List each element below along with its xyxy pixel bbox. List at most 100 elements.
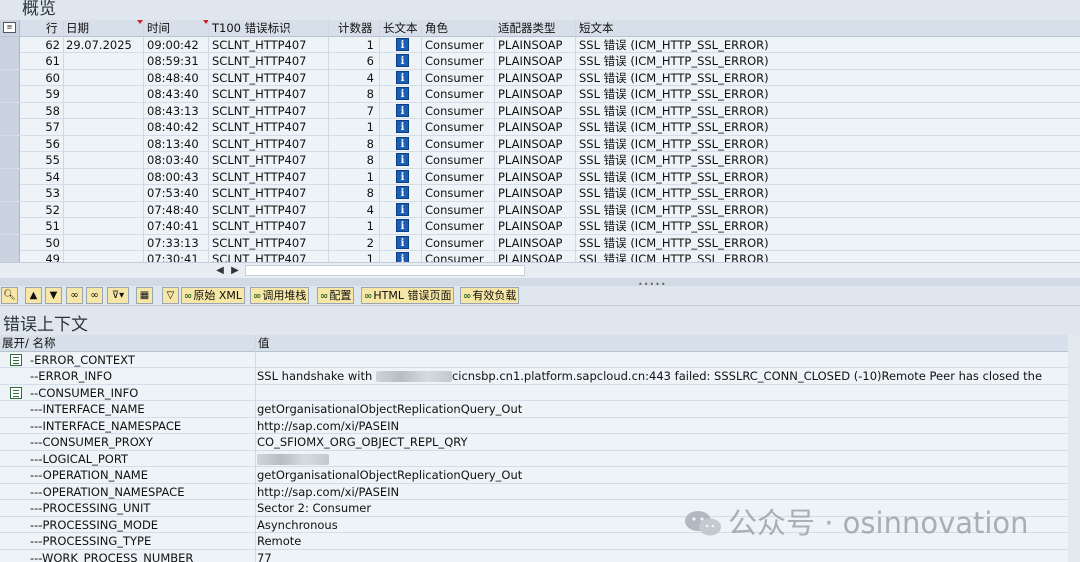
col-adapter[interactable]: 适配器类型 xyxy=(498,20,576,36)
row-selector[interactable] xyxy=(0,86,20,102)
info-icon[interactable]: i xyxy=(396,235,409,249)
col-role[interactable]: 角色 xyxy=(425,20,495,36)
info-icon[interactable]: i xyxy=(396,87,409,100)
table-row[interactable]: 49 07:30:41 SCLNT_HTTP407 1 i Consumer PLAINSO… xyxy=(0,251,1080,262)
table-row[interactable]: 59 08:43:40 SCLNT_HTTP407 8 i Consumer PLAINSO… xyxy=(0,86,1080,103)
table-row[interactable]: 58 08:43:13 SCLNT_HTTP407 7 i Consumer PLAINSO… xyxy=(0,102,1080,119)
row-selector[interactable] xyxy=(0,36,20,53)
list-item[interactable]: ---LOGICAL_PORT xyxy=(0,451,1068,467)
info-icon[interactable]: i xyxy=(396,120,409,133)
row-selector[interactable] xyxy=(0,218,20,234)
select-layout-button[interactable]: ▽ xyxy=(162,287,179,304)
row-selector[interactable] xyxy=(0,135,20,152)
find-next-button[interactable]: ∞ xyxy=(86,287,103,304)
row-selector[interactable] xyxy=(0,201,20,218)
scroll-right-icon[interactable]: ▶ xyxy=(228,264,242,277)
info-icon[interactable]: i xyxy=(396,153,409,166)
row-selector[interactable] xyxy=(0,152,20,168)
table-row[interactable]: 60 08:48:40 SCLNT_HTTP407 4 i Consumer PLAINSO… xyxy=(0,69,1080,86)
row-selector[interactable] xyxy=(0,234,20,251)
col-longtext[interactable]: 长文本 xyxy=(383,20,423,36)
row-selector[interactable] xyxy=(0,185,20,201)
table-row[interactable]: 56 08:13:40 SCLNT_HTTP407 8 i Consumer PLAINSO… xyxy=(0,135,1080,152)
info-icon[interactable]: i xyxy=(396,54,409,67)
cell-shorttext: SSL 错误 (ICM_HTTP_SSL_ERROR) xyxy=(579,87,769,101)
scroll-left-icon[interactable]: ◀ xyxy=(213,264,227,277)
context-name: ---OPERATION_NAME xyxy=(30,468,148,482)
list-item[interactable]: ---WORK_PROCESS_NUMBER 77 xyxy=(0,550,1068,562)
cell-time: 08:13:40 xyxy=(147,136,199,151)
list-item[interactable]: ---CONSUMER_PROXY CO_SFIOMX_ORG_OBJECT_RE… xyxy=(0,434,1068,451)
list-item[interactable]: -ERROR_CONTEXT xyxy=(0,352,1068,368)
pane-splitter[interactable]: ••••• xyxy=(0,278,1080,289)
row-selector[interactable] xyxy=(0,251,20,262)
sort-asc-button[interactable]: ▲ xyxy=(25,287,42,304)
col-name[interactable]: 展开/ 名称 xyxy=(2,335,252,351)
table-row[interactable]: 62 29.07.2025 09:00:42 SCLNT_HTTP407 1 i Consu… xyxy=(0,36,1080,53)
col-date[interactable]: 日期 xyxy=(66,20,136,36)
wechat-icon xyxy=(685,511,721,536)
scroll-thumb[interactable] xyxy=(245,265,525,276)
layout-button[interactable]: ▦ xyxy=(136,287,153,304)
table-row[interactable]: 55 08:03:40 SCLNT_HTTP407 8 i Consumer PLAINSO… xyxy=(0,152,1080,169)
cell-date xyxy=(66,169,142,185)
row-selector[interactable] xyxy=(0,53,20,69)
cell-counter: 1 xyxy=(366,219,374,233)
table-row[interactable]: 52 07:48:40 SCLNT_HTTP407 4 i Consumer PLAINSO… xyxy=(0,201,1080,218)
row-selector[interactable] xyxy=(0,119,20,135)
expand-icon[interactable] xyxy=(10,386,22,399)
info-icon[interactable]: i xyxy=(396,70,409,84)
details-button[interactable]: 🔍︎ xyxy=(1,287,18,304)
cell-date xyxy=(66,86,142,102)
info-icon[interactable]: i xyxy=(396,37,409,51)
list-item[interactable]: ---OPERATION_NAME getOrganisationalObject… xyxy=(0,467,1068,484)
col-row[interactable]: 行 xyxy=(46,20,64,36)
call-stack-button[interactable]: ∞调用堆栈 xyxy=(250,287,310,304)
list-item[interactable]: --ERROR_INFO SSL handshake with cicnsbp.c… xyxy=(0,368,1068,385)
table-row[interactable]: 53 07:53:40 SCLNT_HTTP407 8 i Consumer PLAINSO… xyxy=(0,185,1080,202)
col-t100[interactable]: T100 错误标识 xyxy=(212,20,327,36)
cell-t100: SCLNT_HTTP407 xyxy=(212,120,307,134)
config-button[interactable]: ∞配置 xyxy=(317,287,355,304)
cell-role: Consumer xyxy=(425,186,484,200)
col-value[interactable]: 值 xyxy=(258,335,458,351)
raw-xml-button[interactable]: ∞原始 XML xyxy=(181,287,245,304)
select-all-cell[interactable]: ≡ xyxy=(0,20,20,36)
cell-adapter: PLAINSOAP xyxy=(498,120,563,134)
table-row[interactable]: 54 08:00:43 SCLNT_HTTP407 1 i Consumer PLAINSO… xyxy=(0,168,1080,185)
list-item[interactable]: ---INTERFACE_NAMESPACE http://sap.com/xi/… xyxy=(0,418,1068,434)
info-icon[interactable]: i xyxy=(396,219,409,232)
horizontal-scrollbar[interactable]: ◀ ▶ xyxy=(0,262,1080,278)
list-item[interactable]: ---OPERATION_NAMESPACE http://sap.com/xi/… xyxy=(0,484,1068,500)
table-row[interactable]: 57 08:40:42 SCLNT_HTTP407 1 i Consumer PLAINSO… xyxy=(0,119,1080,136)
cell-role: Consumer xyxy=(425,70,484,85)
expand-icon[interactable] xyxy=(10,353,22,366)
html-error-page-button[interactable]: ∞HTML 错误页面 xyxy=(361,287,455,304)
payload-button[interactable]: ∞有效负载 xyxy=(460,287,520,304)
cell-shorttext: SSL 错误 (ICM_HTTP_SSL_ERROR) xyxy=(579,169,769,184)
table-row[interactable]: 50 07:33:13 SCLNT_HTTP407 2 i Consumer PLAINSO… xyxy=(0,234,1080,251)
row-selector[interactable] xyxy=(0,69,20,86)
find-button[interactable]: ∞ xyxy=(66,287,83,304)
cell-role: Consumer xyxy=(425,169,484,184)
info-icon[interactable]: i xyxy=(396,186,409,199)
filter-button[interactable]: ⊽▾ xyxy=(107,287,129,304)
table-row[interactable]: 61 08:59:31 SCLNT_HTTP407 6 i Consumer PLAINSO… xyxy=(0,53,1080,70)
info-icon[interactable]: i xyxy=(396,103,409,117)
col-time[interactable]: 时间 xyxy=(147,20,205,36)
vertical-scroll-area[interactable] xyxy=(1068,335,1080,562)
col-counter[interactable]: 计数器 xyxy=(338,20,376,36)
table-row[interactable]: 51 07:40:41 SCLNT_HTTP407 1 i Consumer PLAINSO… xyxy=(0,218,1080,235)
row-selector[interactable] xyxy=(0,102,20,119)
list-item[interactable]: --CONSUMER_INFO xyxy=(0,385,1068,401)
row-selector[interactable] xyxy=(0,168,20,185)
list-item[interactable]: ---INTERFACE_NAME getOrganisationalObject… xyxy=(0,401,1068,418)
info-icon[interactable]: i xyxy=(396,136,409,150)
col-shorttext[interactable]: 短文本 xyxy=(579,20,779,36)
cell-t100: SCLNT_HTTP407 xyxy=(212,136,307,151)
sort-desc-button[interactable]: ▼ xyxy=(45,287,62,304)
context-name: ---CONSUMER_PROXY xyxy=(30,435,153,449)
info-icon[interactable]: i xyxy=(396,169,409,183)
info-icon[interactable]: i xyxy=(396,202,409,216)
info-icon[interactable]: i xyxy=(396,252,409,262)
